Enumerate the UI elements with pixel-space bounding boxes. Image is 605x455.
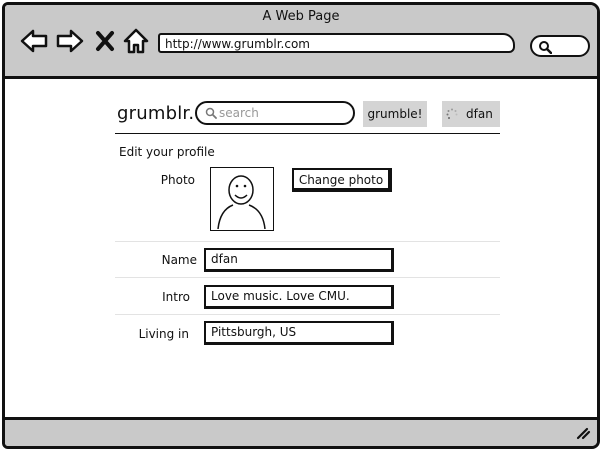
intro-label: Intro (162, 290, 190, 304)
avatar-icon (217, 175, 266, 230)
arrow-left-icon[interactable] (19, 27, 49, 55)
browser-window: A Web Page http://www.grumblr.com grumbl… (2, 2, 600, 449)
loading-icon (446, 108, 458, 119)
divider (115, 241, 500, 242)
page-content: grumblr. search grumble! dfan Edit your … (5, 79, 597, 420)
divider (115, 314, 500, 315)
intro-field[interactable]: Love music. Love CMU. (204, 285, 394, 309)
page-title: Edit your profile (119, 145, 215, 159)
window-title: A Web Page (262, 9, 340, 24)
address-bar[interactable]: http://www.grumblr.com (158, 33, 515, 53)
profile-photo (210, 167, 274, 231)
browser-search-field[interactable] (530, 35, 590, 57)
change-photo-button[interactable]: Change photo (292, 168, 392, 192)
browser-toolbar: A Web Page http://www.grumblr.com (5, 5, 597, 79)
search-icon (205, 107, 217, 119)
photo-label: Photo (160, 173, 195, 187)
search-placeholder: search (219, 106, 259, 120)
location-field[interactable]: Pittsburgh, US (204, 321, 394, 345)
name-field[interactable]: dfan (204, 248, 394, 272)
user-menu[interactable]: dfan (442, 101, 500, 127)
resize-grip-icon[interactable] (575, 426, 591, 440)
header-divider (115, 133, 500, 134)
grumble-button[interactable]: grumble! (363, 101, 427, 127)
username: dfan (466, 107, 493, 121)
location-label: Living in (138, 327, 189, 341)
close-icon[interactable] (95, 27, 115, 55)
search-icon (539, 41, 552, 54)
site-logo[interactable]: grumblr. (117, 103, 194, 124)
arrow-right-icon[interactable] (55, 27, 85, 55)
name-label: Name (161, 253, 197, 267)
status-bar (5, 417, 597, 446)
site-search-input[interactable]: search (195, 101, 355, 125)
divider (115, 277, 500, 278)
home-icon[interactable] (122, 27, 150, 55)
